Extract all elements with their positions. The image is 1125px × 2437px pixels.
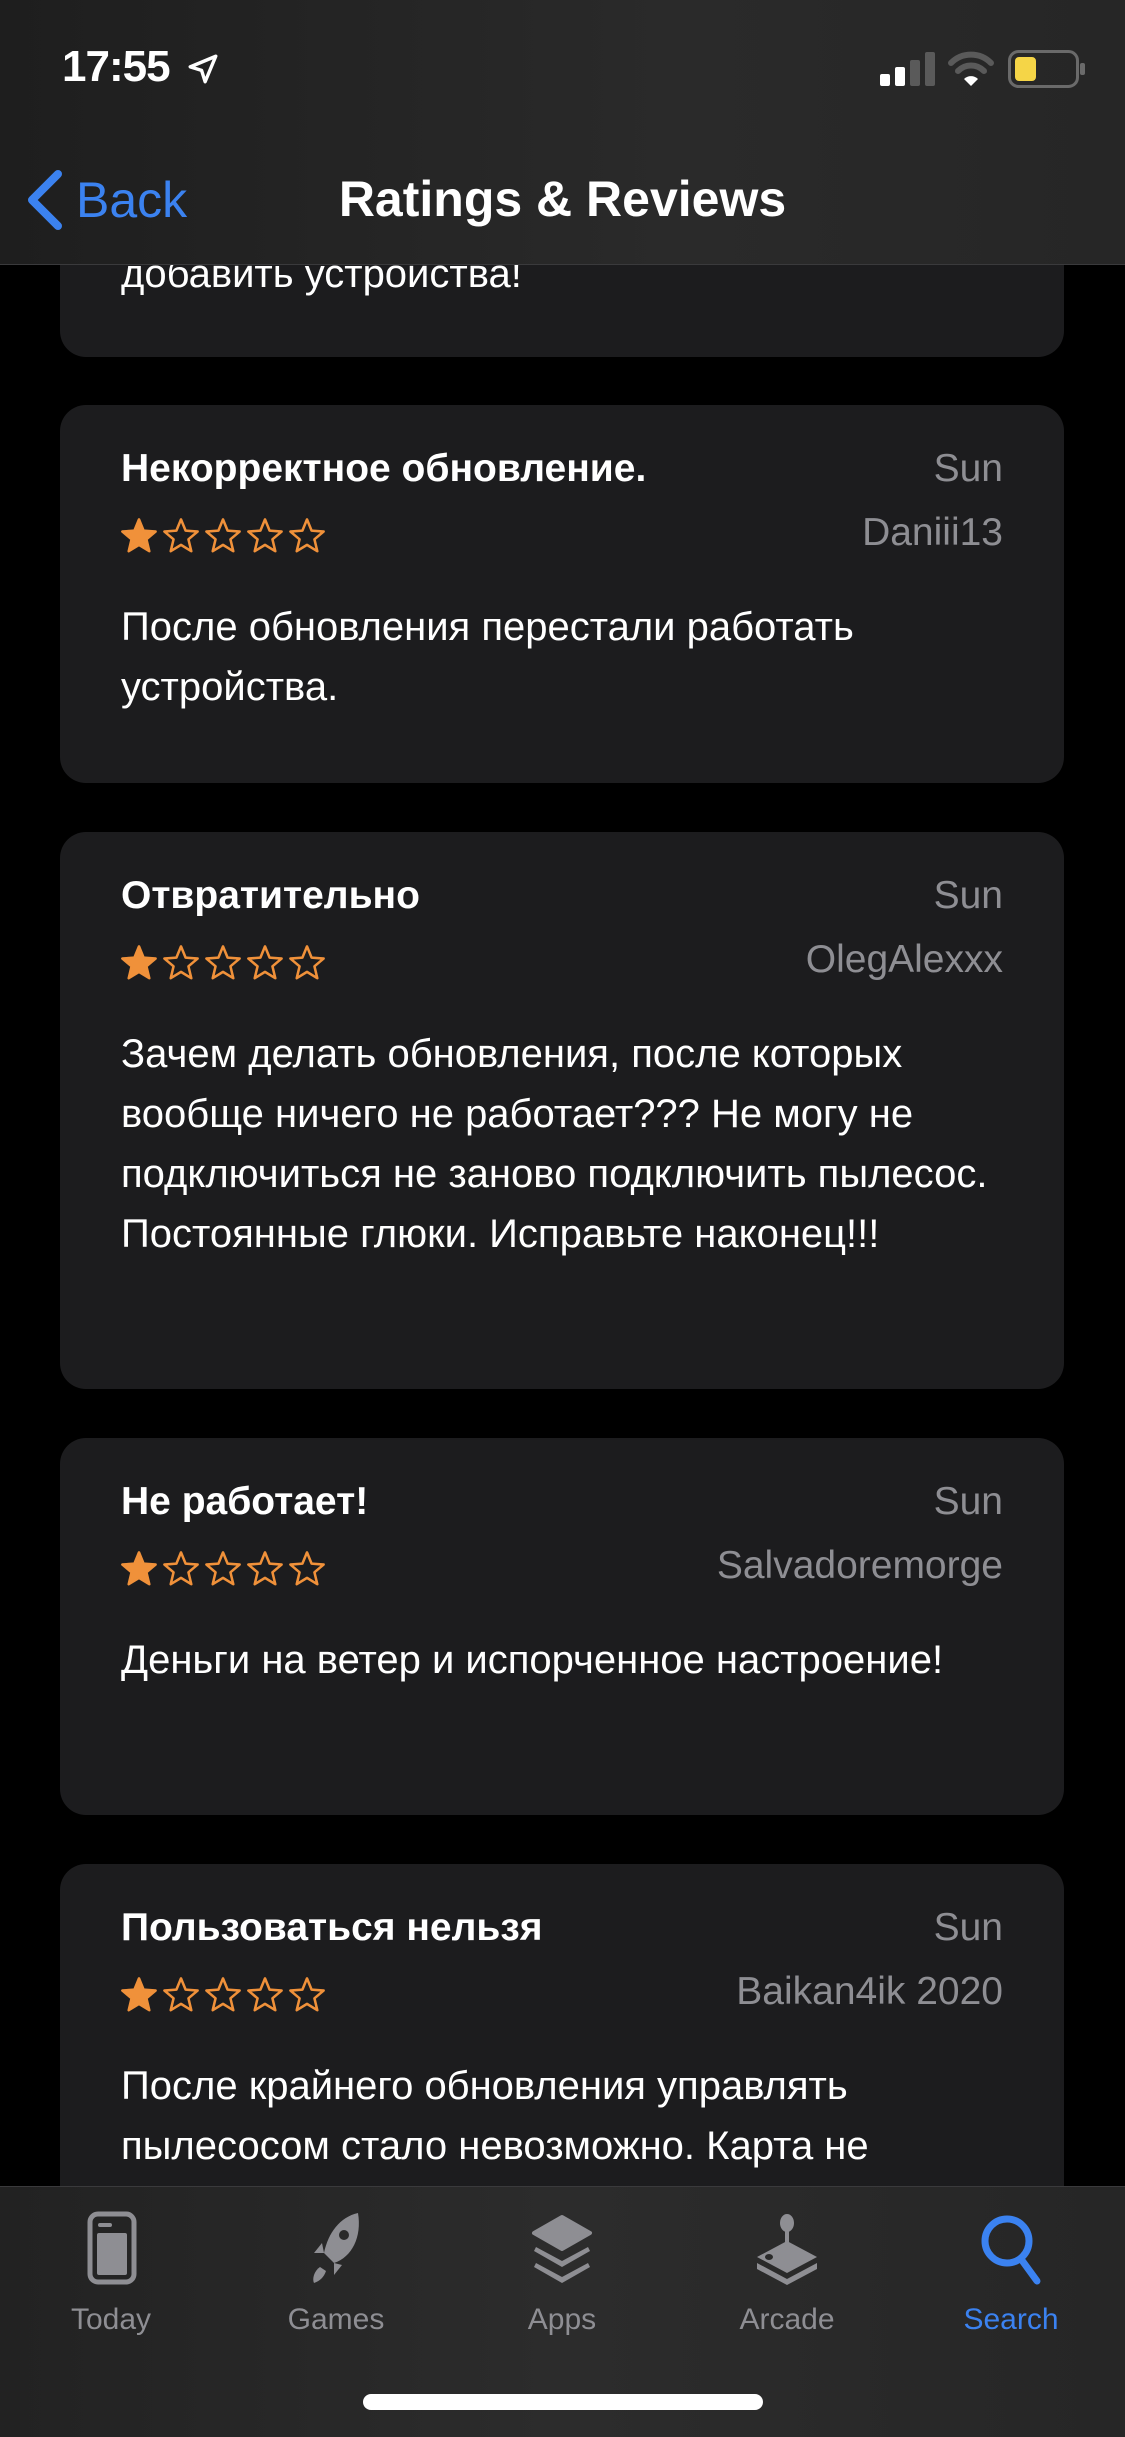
today-icon: [87, 2211, 137, 2285]
location-arrow-icon: [188, 54, 218, 84]
star-empty-icon: [163, 1977, 199, 2012]
star-filled-icon: [121, 1551, 157, 1586]
tab-label: Today: [70, 2303, 152, 2336]
review-date: Sun: [933, 447, 1003, 490]
home-indicator[interactable]: [363, 2394, 763, 2410]
star-empty-icon: [247, 518, 283, 553]
review-title: Пользоваться нельзя: [121, 1906, 543, 1949]
star-filled-icon: [121, 1977, 157, 2012]
star-empty-icon: [205, 518, 241, 553]
star-empty-icon: [205, 1977, 241, 2012]
star-empty-icon: [289, 518, 325, 553]
tab-arcade[interactable]: Arcade: [687, 2209, 887, 2337]
apps-stack-icon: [532, 2215, 592, 2283]
reviews-scroll-view[interactable]: добавить устройства! Некорректное обновл…: [0, 0, 1125, 2436]
tab-games[interactable]: Games: [236, 2209, 436, 2337]
battery-low-icon: [1008, 50, 1085, 88]
star-empty-icon: [205, 945, 241, 980]
review-author: Salvadoremorge: [716, 1544, 1003, 1587]
tab-apps[interactable]: Apps: [462, 2209, 662, 2337]
review-title: Некорректное обновление.: [121, 447, 647, 490]
star-empty-icon: [247, 1977, 283, 2012]
cellular-signal-icon: [880, 52, 935, 86]
star-empty-icon: [247, 945, 283, 980]
review-card: Отвратительно Sun OlegAlexxx Зачем делат…: [60, 832, 1064, 1389]
tab-label: Arcade: [739, 2303, 835, 2336]
star-empty-icon: [289, 1977, 325, 2012]
review-author: Daniii13: [862, 511, 1003, 554]
review-author: OlegAlexxx: [805, 938, 1003, 981]
review-title: Отвратительно: [121, 874, 420, 917]
search-icon: [981, 2215, 1041, 2285]
tab-label: Apps: [527, 2303, 597, 2336]
star-filled-icon: [121, 518, 157, 553]
tab-label: Games: [287, 2303, 385, 2336]
star-empty-icon: [205, 1551, 241, 1586]
review-body: После обновления перестали работать устр…: [121, 605, 854, 709]
joystick-icon: [757, 2214, 817, 2285]
review-title: Не работает!: [121, 1480, 369, 1523]
review-card: Не работает! Sun Salvadoremorge Деньги н…: [60, 1438, 1064, 1815]
star-empty-icon: [163, 1551, 199, 1586]
review-date: Sun: [933, 1480, 1003, 1523]
review-author: Baikan4ik 2020: [736, 1970, 1003, 2013]
battery-level: [1015, 57, 1036, 81]
star-rating: [120, 944, 326, 982]
wifi-icon: [948, 51, 994, 86]
review-date: Sun: [933, 874, 1003, 917]
status-time: 17:55: [62, 42, 171, 91]
star-rating: [120, 517, 326, 555]
star-rating: [120, 1976, 326, 2014]
star-rating: [120, 1550, 326, 1588]
star-filled-icon: [121, 945, 157, 980]
rocket-icon: [313, 2213, 359, 2283]
star-empty-icon: [289, 1551, 325, 1586]
star-empty-icon: [289, 945, 325, 980]
page-title: Ratings & Reviews: [338, 171, 787, 227]
review-date: Sun: [933, 1906, 1003, 1949]
star-empty-icon: [163, 518, 199, 553]
review-body: Деньги на ветер и испорченное настроение…: [121, 1638, 944, 1682]
review-body: Зачем делать обновления, после которых в…: [121, 1032, 988, 1256]
tab-search[interactable]: Search: [911, 2209, 1111, 2337]
review-card: Некорректное обновление. Sun Daniii13 По…: [60, 405, 1064, 783]
star-empty-icon: [163, 945, 199, 980]
tab-today[interactable]: Today: [11, 2209, 211, 2337]
navigation-header: 17:55 Back Ratings & Reviews: [0, 0, 1125, 265]
star-empty-icon: [247, 1551, 283, 1586]
tab-label: Search: [963, 2303, 1059, 2336]
review-body: После крайнего обновления управлять пыле…: [121, 2064, 869, 2168]
